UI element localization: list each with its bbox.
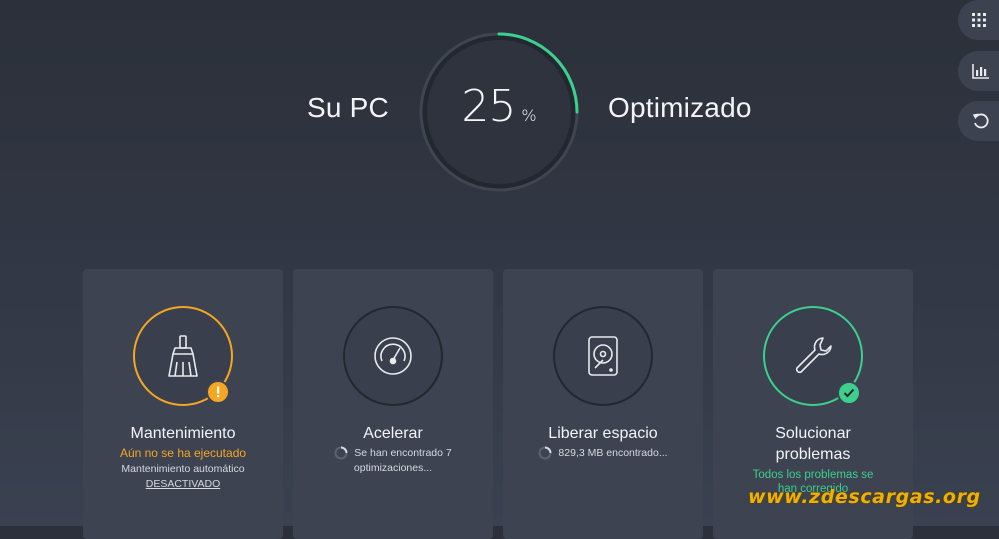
wrench-icon [795,337,832,374]
speed-up-ring [343,306,443,406]
troubleshoot-status-line1: Todos los problemas se [752,469,874,481]
loading-spinner-icon [538,446,552,460]
speed-up-status: Se han encontrado 7 [293,446,493,461]
hero-right-label: Optimizado [608,92,752,123]
undo-icon [972,113,989,129]
auto-maintenance-toggle-link[interactable]: DESACTIVADO [146,478,220,490]
watermark-text: www.zdescargas.org [748,486,981,508]
bar-chart-icon [972,64,989,79]
speed-up-status-line1: Se han encontrado 7 [354,447,452,459]
apps-grid-button[interactable] [958,0,999,40]
hero-left-label: Su PC [307,92,389,123]
speed-up-status-line2: optimizaciones... [353,462,433,474]
hard-drive-icon [588,336,618,376]
loading-spinner-icon [334,446,348,460]
free-space-status-line1: 829,3 MB encontrado... [558,447,668,459]
statistics-button[interactable] [958,51,999,91]
card-title: Liberar espacio [548,425,658,442]
grid-icon [972,13,986,27]
percent-number: 25 [461,81,516,132]
card-title-line1: Solucionar [775,425,851,442]
card-title-line2: problemas [775,446,851,463]
warning-badge-icon [206,380,230,404]
card-title: Acelerar [363,425,423,442]
card-title: Mantenimiento [130,425,236,442]
undo-changes-button[interactable] [958,101,999,141]
free-space-ring [553,306,653,406]
card-free-space[interactable]: Liberar espacio 829,3 MB encontrado... [503,269,703,539]
card-maintenance[interactable]: Mantenimiento Aún no se ha ejecutado Man… [83,269,283,539]
card-speed-up[interactable]: Acelerar Se han encontrado 7 optimizacio… [293,269,493,539]
maintenance-status: Aún no se ha ejecutado [119,446,247,460]
maintenance-detail: Mantenimiento automático [121,463,245,475]
broom-icon [168,335,198,377]
percent-unit: % [521,106,537,125]
speedometer-icon [374,337,412,375]
check-badge-icon [837,381,861,405]
optimization-percent: 25% [417,81,581,132]
free-space-status: 829,3 MB encontrado... [503,446,703,461]
